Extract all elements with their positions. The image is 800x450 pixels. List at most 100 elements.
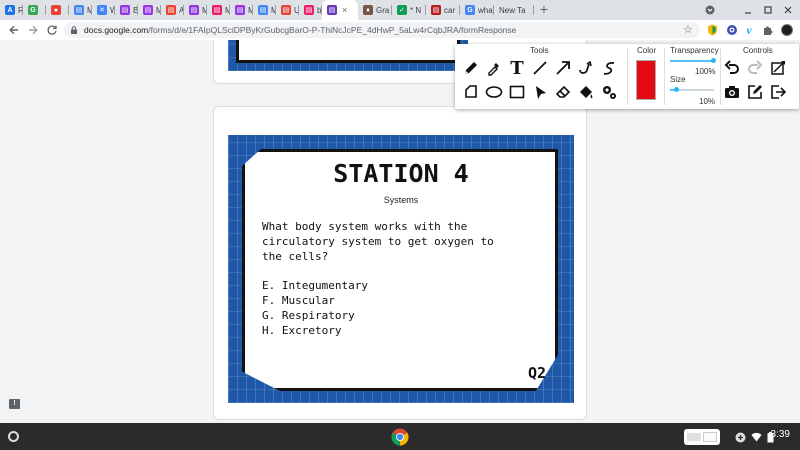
chrome-icon[interactable]: [391, 428, 409, 446]
browser-tab[interactable]: New Ta: [494, 0, 534, 20]
controls-title: Controls: [743, 46, 773, 55]
tab-label: * N: [410, 5, 422, 15]
browser-tab[interactable]: G: [23, 0, 46, 20]
pencil-icon[interactable]: [461, 58, 481, 78]
address-bar[interactable]: docs.google.com/forms/d/e/1FAIpQLSciDPBy…: [64, 22, 700, 38]
window-maximize-icon[interactable]: [758, 0, 778, 20]
polygon-lasso-icon[interactable]: [461, 82, 481, 102]
browser-tab-active[interactable]: ▤ ×: [322, 0, 358, 20]
profile-avatar[interactable]: [779, 22, 795, 38]
forward-button[interactable]: [23, 20, 43, 40]
browser-tab[interactable]: Gwha: [460, 0, 494, 20]
browser-tab[interactable]: ▤Mo: [138, 0, 161, 20]
settings-gear-icon[interactable]: [599, 82, 619, 102]
lock-icon: [71, 26, 77, 34]
tab-favicon-icon: ▤: [143, 5, 153, 15]
back-arrow-icon: [9, 25, 18, 35]
rectangle-tool-icon[interactable]: [507, 82, 527, 102]
tab-favicon-icon: ▤: [120, 5, 130, 15]
fill-bucket-icon[interactable]: [576, 82, 596, 102]
browser-tab[interactable]: ♦ Gra: [358, 0, 392, 20]
color-swatch[interactable]: [636, 60, 656, 100]
tab-favicon-icon: A: [5, 5, 15, 15]
browser-tab[interactable]: ✓ * N: [392, 0, 426, 20]
freehand-curve-icon[interactable]: [599, 58, 619, 78]
edit-export-icon[interactable]: [745, 82, 765, 102]
minimize-icon[interactable]: [700, 0, 720, 20]
size-slider[interactable]: [670, 87, 714, 92]
undo-icon[interactable]: [722, 58, 742, 78]
tab-label: car: [444, 5, 456, 15]
question-card: STATION 4 Systems What body system works…: [213, 106, 587, 420]
browser-tab[interactable]: ●: [46, 0, 69, 20]
divider: [720, 48, 721, 105]
transparency-slider-knob[interactable]: [711, 58, 716, 63]
size-title: Size: [670, 75, 686, 84]
url-path: /forms/d/e/1FAIpQLSciDPByKrGubcgBarO-P-T…: [148, 25, 517, 35]
divider: [664, 48, 665, 105]
reload-icon: [47, 25, 57, 35]
add-circle-icon: [735, 432, 746, 442]
tab-close-icon[interactable]: ×: [342, 5, 347, 15]
tray-thumbnail[interactable]: [684, 429, 720, 445]
extension-gear-icon[interactable]: [724, 22, 740, 38]
browser-tab[interactable]: ✕Wh: [92, 0, 115, 20]
tab-strip: ARecG●▤Ma✕Wh▤Boc▤Mo▤Ans▤Ma▤Mo▤Ma▤Ma▤Uta▤…: [0, 0, 800, 20]
size-slider-knob[interactable]: [674, 87, 680, 92]
annotation-toolbar: Tools T Color Transparency 100% Size 10%…: [455, 44, 799, 109]
answer-option: G. Respiratory: [262, 309, 355, 322]
tab-favicon-icon: G: [28, 5, 38, 15]
answer-option: E. Integumentary: [262, 279, 368, 292]
select-pointer-icon[interactable]: [530, 82, 550, 102]
tab-favicon-icon: ▤: [304, 5, 314, 15]
extension-vimeo-icon[interactable]: v: [741, 22, 757, 38]
transparency-title: Transparency: [670, 46, 719, 55]
clear-page-icon[interactable]: [768, 58, 788, 78]
reload-button[interactable]: [42, 20, 62, 40]
line-tool-icon[interactable]: [530, 58, 550, 78]
back-button[interactable]: [4, 20, 24, 40]
text-tool-icon[interactable]: T: [507, 58, 527, 79]
window-close-icon[interactable]: [778, 0, 798, 20]
station-slide-image: STATION 4 Systems What body system works…: [228, 135, 574, 403]
browser-tab[interactable]: ▤Uta: [276, 0, 299, 20]
window-minimize-icon[interactable]: [738, 0, 758, 20]
answer-option: F. Muscular: [262, 294, 335, 307]
tab-favicon-icon: ▤: [258, 5, 268, 15]
bookmark-star-icon[interactable]: ☆: [683, 23, 695, 37]
tab-favicon-icon: ▤: [189, 5, 199, 15]
feedback-icon[interactable]: !: [9, 399, 20, 409]
browser-tab[interactable]: ▤Mo: [207, 0, 230, 20]
tab-favicon-icon: ▤: [166, 5, 176, 15]
new-tab-button[interactable]: +: [534, 0, 554, 20]
size-value: 10%: [699, 97, 716, 106]
browser-tab[interactable]: ▤Ma: [69, 0, 92, 20]
redo-icon[interactable]: [745, 58, 765, 78]
ellipse-tool-icon[interactable]: [484, 82, 504, 102]
curved-arrow-icon[interactable]: [576, 58, 596, 78]
question-text: What body system works with the circulat…: [262, 219, 552, 264]
exit-icon[interactable]: [768, 82, 788, 102]
browser-tab[interactable]: ARec: [0, 0, 23, 20]
eraser-icon[interactable]: [553, 82, 573, 102]
screenshot-camera-icon[interactable]: [722, 82, 742, 102]
tab-favicon-icon: ♦: [363, 5, 373, 15]
extension-shield-icon[interactable]: [704, 22, 720, 38]
answer-list: E. Integumentary F. Muscular G. Respirat…: [262, 278, 462, 338]
status-area[interactable]: [735, 428, 774, 446]
browser-tab[interactable]: ▤Ans: [161, 0, 184, 20]
arrow-tool-icon[interactable]: [553, 58, 573, 78]
extensions-puzzle-icon[interactable]: [760, 22, 776, 38]
clock[interactable]: 3:39: [771, 429, 790, 440]
transparency-slider[interactable]: [670, 58, 716, 63]
launcher-icon[interactable]: [8, 431, 19, 442]
browser-tab[interactable]: ▤Ma: [253, 0, 276, 20]
slide-subtitle: Systems: [383, 195, 419, 205]
eyedropper-icon[interactable]: [484, 58, 504, 78]
browser-tab[interactable]: ▤Ma: [184, 0, 207, 20]
browser-tab[interactable]: ▤bro: [299, 0, 322, 20]
browser-tab[interactable]: ▤Ma: [230, 0, 253, 20]
browser-tab[interactable]: ▤Boc: [115, 0, 138, 20]
forward-arrow-icon: [29, 25, 38, 35]
browser-tab[interactable]: ▤ car: [426, 0, 460, 20]
